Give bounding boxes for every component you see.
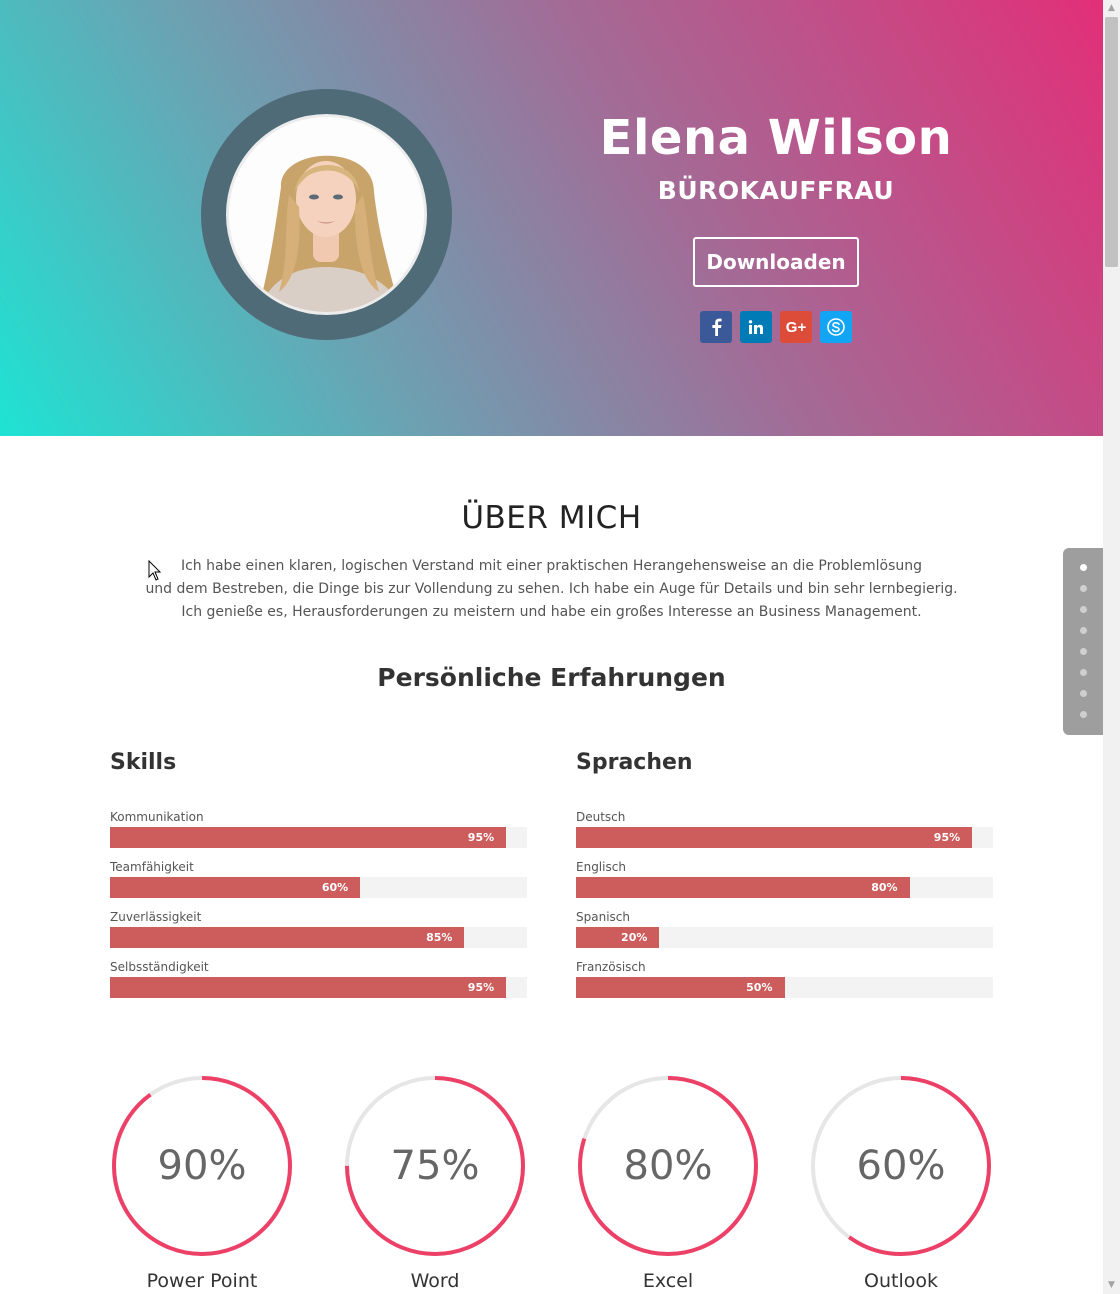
profile-photo <box>226 114 427 315</box>
progress-bar-fill: 20% <box>576 927 660 948</box>
about-line: Ich habe einen klaren, logischen Verstan… <box>180 558 923 574</box>
page-scrollbar[interactable]: ▲ ▼ <box>1103 0 1120 1294</box>
about-heading: ÜBER MICH <box>461 500 642 536</box>
bar-label: Englisch <box>576 860 626 874</box>
progress-bar-track: 50% <box>576 977 993 998</box>
bar-label: Teamfähigkeit <box>110 860 194 874</box>
skills-heading: Skills <box>110 750 177 775</box>
circle-label: Excel <box>642 1270 694 1292</box>
section-nav-dot[interactable] <box>1080 627 1087 634</box>
about-text: Ich habe einen klaren, logischen Verstan… <box>110 555 993 624</box>
progress-bar-percent: 20% <box>621 931 648 944</box>
section-dot-navigation <box>1063 548 1103 735</box>
progress-bar-fill: 85% <box>110 927 465 948</box>
progress-bar-track: 95% <box>110 977 527 998</box>
bar-label: Deutsch <box>576 810 626 824</box>
about-line: Ich genieße es, Herausforderungen zu mei… <box>181 604 922 620</box>
scroll-up-arrow-icon[interactable]: ▲ <box>1103 0 1120 17</box>
progress-bar-track: 95% <box>110 827 527 848</box>
progress-bar-track: 60% <box>110 877 527 898</box>
progress-bar-percent: 85% <box>426 931 453 944</box>
section-nav-dot[interactable] <box>1080 564 1087 571</box>
progress-bar-percent: 95% <box>933 831 961 844</box>
google-plus-icon[interactable]: G+ <box>780 311 812 343</box>
section-nav-dot[interactable] <box>1080 606 1087 613</box>
experience-heading: Persönliche Erfahrungen <box>377 663 726 692</box>
social-links: G+ <box>700 311 852 343</box>
bar-label: Selbsständigkeit <box>110 960 209 974</box>
section-nav-dot[interactable] <box>1080 711 1087 718</box>
circle-progress: 80% <box>575 1073 761 1259</box>
progress-bar-fill: 95% <box>110 977 507 998</box>
section-nav-dot[interactable] <box>1080 648 1087 655</box>
progress-bar-fill: 80% <box>576 877 910 898</box>
circle-progress: 90% <box>109 1073 295 1259</box>
progress-bar-fill: 50% <box>576 977 785 998</box>
circle-percent: 90% <box>157 1143 247 1189</box>
circle-label: Word <box>410 1270 460 1292</box>
section-nav-dot[interactable] <box>1080 585 1087 592</box>
mouse-cursor-icon <box>148 560 162 581</box>
languages-heading: Sprachen <box>576 750 693 775</box>
about-line: und dem Bestreben, die Dinge bis zur Vol… <box>145 581 958 597</box>
progress-bar-track: 20% <box>576 927 993 948</box>
circle-percent: 75% <box>390 1143 480 1189</box>
scroll-down-arrow-icon[interactable]: ▼ <box>1103 1277 1120 1294</box>
bar-label: Kommunikation <box>110 810 204 824</box>
bar-label: Zuverlässigkeit <box>110 910 202 924</box>
download-button[interactable]: Downloaden <box>693 237 859 287</box>
hero-section: Elena Wilson BÜROKAUFFRAU Downloaden G+ <box>0 0 1103 436</box>
progress-bar-percent: 60% <box>321 881 349 894</box>
progress-bar-fill: 95% <box>110 827 507 848</box>
skype-icon[interactable] <box>820 311 852 343</box>
progress-bar-percent: 95% <box>467 831 495 844</box>
facebook-icon[interactable] <box>700 311 732 343</box>
progress-bar-track: 85% <box>110 927 527 948</box>
progress-bar-track: 95% <box>576 827 993 848</box>
circle-progress: 75% <box>342 1073 528 1259</box>
progress-bar-percent: 80% <box>871 881 898 894</box>
progress-bar-fill: 60% <box>110 877 361 898</box>
profile-photo-illustration <box>229 117 424 312</box>
bar-label: Spanisch <box>576 910 630 924</box>
bar-label: Französisch <box>576 960 646 974</box>
circle-label: Power Point <box>146 1270 258 1292</box>
linkedin-icon[interactable] <box>740 311 772 343</box>
circle-percent: 60% <box>856 1143 946 1189</box>
profile-job-title: BÜROKAUFFRAU <box>657 176 895 205</box>
circle-progress: 60% <box>808 1073 994 1259</box>
scrollbar-thumb[interactable] <box>1105 17 1118 267</box>
circle-label: Outlook <box>864 1270 938 1292</box>
progress-bar-fill: 95% <box>576 827 973 848</box>
circle-percent: 80% <box>623 1143 713 1189</box>
progress-bar-track: 80% <box>576 877 993 898</box>
progress-bar-percent: 50% <box>746 981 773 994</box>
profile-name: Elena Wilson <box>599 110 953 166</box>
progress-bar-percent: 95% <box>467 981 495 994</box>
